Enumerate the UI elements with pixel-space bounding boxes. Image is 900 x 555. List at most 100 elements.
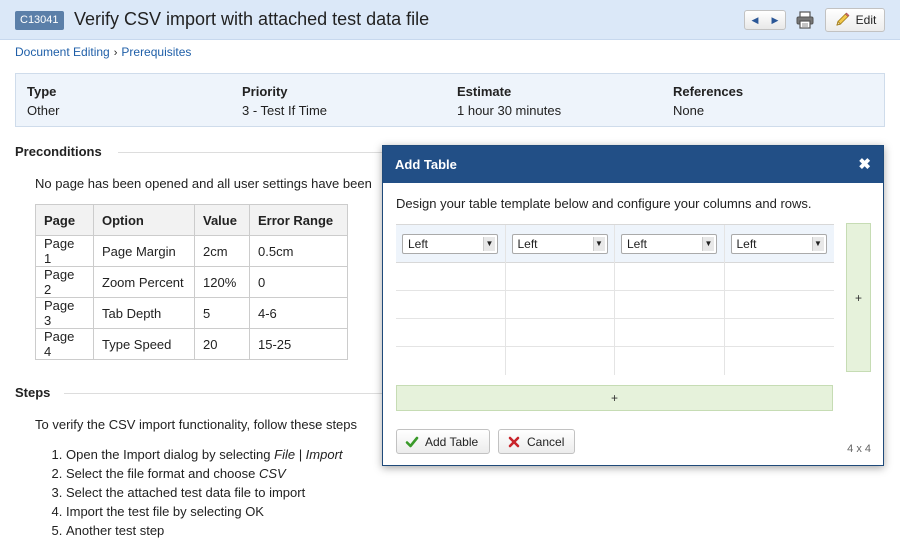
step-text: Import the test file by selecting OK: [66, 504, 264, 519]
template-cell[interactable]: [615, 319, 724, 347]
info-label: Estimate: [457, 84, 512, 99]
table-template-grid: Left ▼ Left ▼ Left ▼ Left ▼: [396, 224, 835, 375]
step-text: Select the file format and choose: [66, 466, 259, 481]
step-emphasis: File | Import: [274, 447, 343, 462]
cancel-button-label: Cancel: [527, 434, 565, 449]
previous-case-button[interactable]: ◀: [745, 11, 765, 29]
table-cell: 2cm: [194, 235, 250, 267]
info-field-type: Type Other: [27, 84, 60, 118]
list-item: Another test step: [66, 521, 343, 540]
section-divider: [118, 152, 383, 153]
table-cell: 15-25: [249, 328, 348, 360]
add-table-dialog: Add Table ✖ Design your table template b…: [382, 145, 884, 466]
template-cell[interactable]: [724, 291, 834, 319]
table-cell: Page 2: [35, 266, 94, 298]
list-item: Select the attached test data file to im…: [66, 483, 343, 502]
table-row: Page 3 Tab Depth 5 4-6: [35, 297, 348, 329]
close-icon: ✖: [858, 156, 871, 173]
add-column-button[interactable]: +: [846, 223, 871, 372]
preconditions-text: No page has been opened and all user set…: [35, 176, 372, 191]
template-cell[interactable]: [505, 319, 614, 347]
step-emphasis: CSV: [258, 466, 286, 481]
select-value: Left: [627, 236, 648, 251]
column-header: Left ▼: [505, 225, 614, 263]
dialog-header: Add Table: [383, 146, 883, 183]
cancel-button[interactable]: Cancel: [498, 429, 575, 454]
template-cell[interactable]: [724, 319, 834, 347]
section-divider: [64, 393, 383, 394]
steps-list: Open the Import dialog by selecting File…: [48, 445, 343, 540]
list-item: Select the file format and choose CSV: [66, 464, 343, 483]
case-info-panel: Type Other Priority 3 - Test If Time Est…: [15, 73, 885, 127]
left-arrow-icon: ◀: [751, 14, 759, 25]
printer-icon: [796, 11, 814, 29]
table-row: Page 2 Zoom Percent 120% 0: [35, 266, 348, 298]
pencil-icon: [836, 12, 850, 26]
info-field-estimate: Estimate 1 hour 30 minutes: [457, 84, 561, 118]
column-align-select[interactable]: Left ▼: [621, 233, 717, 254]
template-cell[interactable]: [506, 347, 615, 375]
info-value: 3 - Test If Time: [242, 103, 328, 118]
column-header: Left ▼: [396, 225, 505, 263]
table-cell: 5: [194, 297, 250, 329]
table-cell: 4-6: [249, 297, 348, 329]
case-id-badge: C13041: [15, 11, 64, 30]
template-cell[interactable]: [505, 291, 614, 319]
template-cell[interactable]: [615, 291, 724, 319]
close-dialog-button[interactable]: ✖: [858, 146, 871, 183]
preconditions-table: Page Option Value Error Range Page 1 Pag…: [35, 204, 348, 360]
info-value: Other: [27, 103, 60, 118]
step-text: Open the Import dialog by selecting: [66, 447, 275, 462]
add-row-button[interactable]: +: [396, 385, 833, 411]
info-value: 1 hour 30 minutes: [457, 103, 562, 118]
column-align-select[interactable]: Left ▼: [511, 233, 608, 254]
template-cell[interactable]: [615, 347, 724, 375]
print-button[interactable]: [795, 10, 817, 30]
select-value: Left: [736, 236, 757, 251]
table-header-cell: Value: [194, 204, 250, 236]
right-arrow-icon: ▶: [771, 14, 779, 25]
dialog-description: Design your table template below and con…: [396, 196, 812, 211]
edit-button-label: Edit: [855, 13, 877, 27]
template-column: Left ▼: [724, 225, 835, 375]
dialog-title: Add Table: [395, 157, 457, 172]
table-cell: Page 3: [35, 297, 94, 329]
table-header-cell: Error Range: [249, 204, 348, 236]
column-header: Left ▼: [724, 225, 834, 263]
checkmark-icon: [405, 436, 419, 447]
info-label: References: [673, 84, 744, 99]
template-cell[interactable]: [505, 263, 614, 291]
add-table-button[interactable]: Add Table: [396, 429, 490, 454]
template-column: Left ▼: [615, 225, 725, 375]
info-field-priority: Priority 3 - Test If Time: [242, 84, 327, 118]
table-cell: Page 1: [35, 235, 94, 267]
table-cell: Zoom Percent: [93, 266, 195, 298]
breadcrumb-link-prerequisites[interactable]: Prerequisites: [121, 45, 191, 59]
preconditions-heading: Preconditions: [15, 144, 102, 159]
table-cell: 120%: [194, 266, 250, 298]
page-header: C13041 Verify CSV import with attached t…: [0, 0, 900, 40]
template-cell[interactable]: [396, 319, 505, 347]
template-column: Left ▼: [505, 225, 615, 375]
table-header-cell: Page: [35, 204, 94, 236]
column-align-select[interactable]: Left ▼: [402, 233, 498, 254]
info-label: Type: [27, 84, 57, 99]
next-case-button[interactable]: ▶: [765, 11, 785, 29]
select-value: Left: [408, 236, 429, 251]
template-cell[interactable]: [396, 291, 505, 319]
column-align-select[interactable]: Left ▼: [730, 233, 827, 254]
template-column: Left ▼: [396, 225, 506, 375]
breadcrumb-link-document-editing[interactable]: Document Editing: [15, 45, 110, 59]
template-cell[interactable]: [396, 263, 505, 291]
dropdown-caret-icon: ▼: [702, 236, 714, 251]
dropdown-caret-icon: ▼: [811, 236, 824, 251]
steps-heading: Steps: [15, 385, 51, 400]
edit-button[interactable]: Edit: [825, 8, 885, 32]
template-cell[interactable]: [615, 263, 724, 291]
template-cell[interactable]: [724, 263, 834, 291]
template-cell[interactable]: [396, 347, 505, 375]
table-cell: 20: [194, 328, 250, 360]
template-cell[interactable]: [725, 347, 835, 375]
table-header-row: Page Option Value Error Range: [35, 204, 348, 236]
table-row: Page 4 Type Speed 20 15-25: [35, 328, 348, 360]
